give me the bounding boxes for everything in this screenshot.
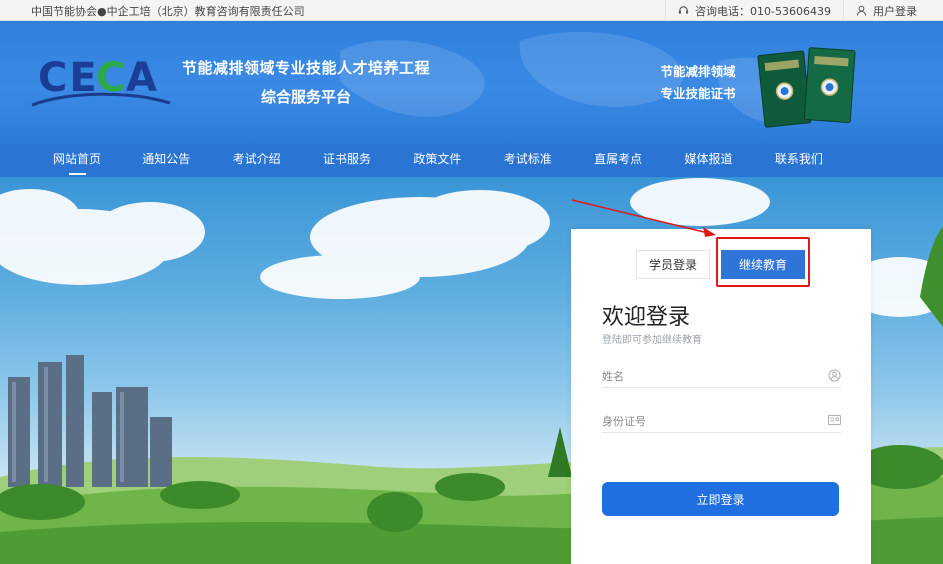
login-title: 欢迎登录 (602, 305, 691, 330)
top-bar: 中国节能协会●中企工培（北京）教育咨询有限责任公司 咨询电话：010-53606… (0, 0, 943, 21)
id-card-icon (828, 414, 841, 426)
site-title-line1: 节能减排领域专业技能人才培养工程 (181, 59, 430, 77)
login-subtitle: 登陆即可参加继续教育 (602, 335, 702, 346)
site-title-line2: 综合服务平台 (260, 88, 351, 106)
svg-text:CE: CE (38, 55, 99, 101)
nav-item-contact-us[interactable]: 联系我们 (754, 144, 844, 177)
consult-phone-label: 咨询电话：010-53606439 (695, 4, 831, 18)
certificate-books-image (757, 47, 856, 128)
name-field (602, 366, 841, 388)
nav-item-policy-documents[interactable]: 政策文件 (392, 144, 482, 177)
id-card-field (602, 411, 841, 433)
main-nav: 网站首页 通知公告 考试介绍 证书服务 政策文件 考试标准 直属考点 媒体报道 … (0, 144, 943, 177)
organization-text: 中国节能协会●中企工培（北京）教育咨询有限责任公司 (31, 5, 305, 18)
nav-item-exam-standards[interactable]: 考试标准 (483, 144, 573, 177)
user-icon (856, 5, 867, 16)
site-title: 节能减排领域专业技能人才培养工程 综合服务平台 (178, 57, 434, 107)
ceca-logo: CE C A (31, 55, 171, 107)
nav-item-notices[interactable]: 通知公告 (121, 144, 211, 177)
nav-item-exam-intro[interactable]: 考试介绍 (211, 144, 301, 177)
site-header: CE C A 节能减排领域专业技能人才培养工程 综合服务平台 节能减排领域 专业… (0, 21, 943, 144)
consult-phone: 咨询电话：010-53606439 (665, 0, 843, 21)
user-login-link[interactable]: 用户登录 (843, 0, 943, 21)
user-circle-icon (828, 369, 841, 382)
top-bar-right: 咨询电话：010-53606439 用户登录 (665, 0, 943, 21)
highlight-box (716, 237, 810, 287)
nav-item-home[interactable]: 网站首页 (31, 144, 121, 177)
certificate-title-line2: 专业技能证书 (660, 86, 736, 101)
svg-text:C: C (96, 55, 125, 101)
nav-item-certificate-service[interactable]: 证书服务 (302, 144, 392, 177)
nav-item-media-reports[interactable]: 媒体报道 (663, 144, 753, 177)
svg-text:A: A (126, 55, 157, 101)
nav-item-exam-centers[interactable]: 直属考点 (573, 144, 663, 177)
id-card-input[interactable] (602, 411, 812, 431)
certificate-title-line1: 节能减排领域 (660, 64, 736, 79)
headset-icon (678, 6, 689, 14)
certificate-title: 节能减排领域 专业技能证书 (650, 61, 746, 105)
name-input[interactable] (602, 366, 812, 386)
login-submit-button[interactable]: 立即登录 (602, 482, 839, 516)
tab-student-login[interactable]: 学员登录 (636, 250, 710, 279)
user-login-label: 用户登录 (873, 4, 917, 18)
login-card: 学员登录 继续教育 欢迎登录 登陆即可参加继续教育 立即登录 (571, 229, 871, 564)
